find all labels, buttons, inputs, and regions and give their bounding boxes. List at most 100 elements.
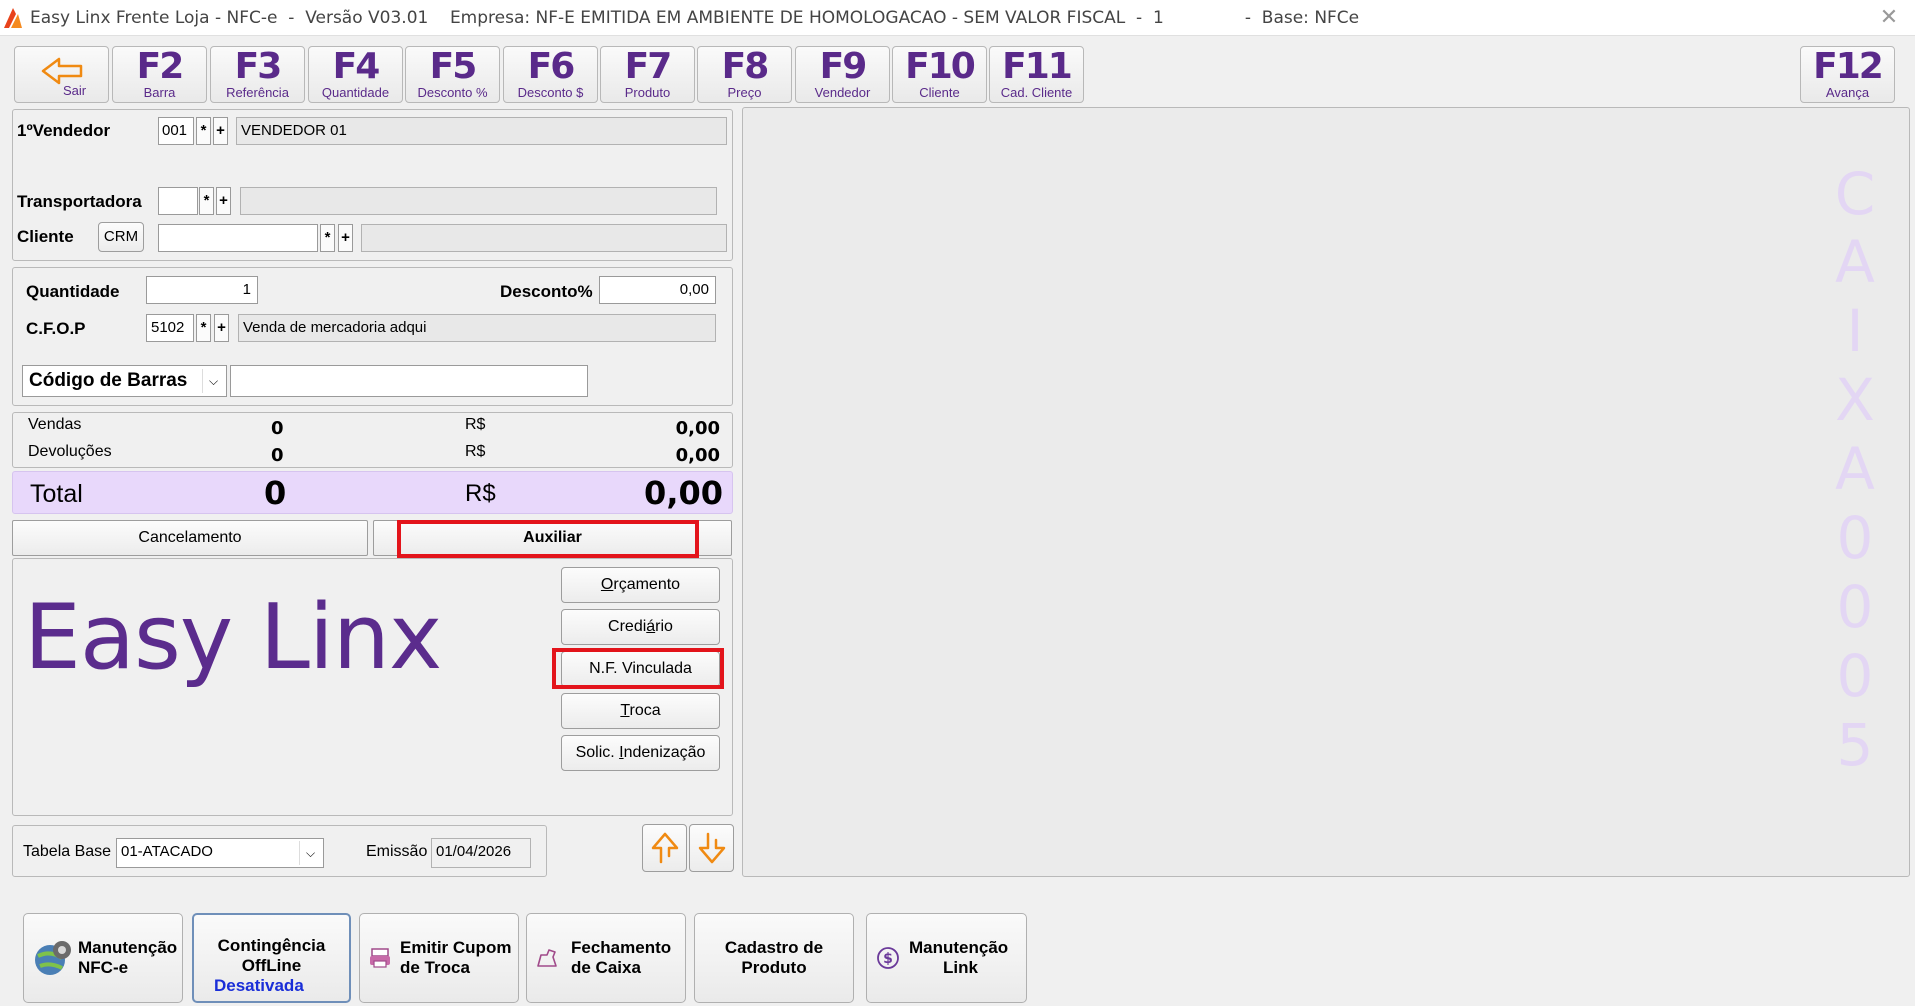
emitir-cupom-line2: de Troca <box>400 958 470 977</box>
f8-preco-button[interactable]: F8 Preço <box>697 46 792 103</box>
tabela-base-value: 01-ATACADO <box>121 843 213 860</box>
crm-button[interactable]: CRM <box>98 222 144 252</box>
emitir-cupom-troca-button[interactable]: Emitir Cupom de Troca <box>359 913 519 1003</box>
f2-barra-button[interactable]: F2 Barra <box>112 46 207 103</box>
solic-indenizacao-button[interactable]: Solic. Indenização <box>561 735 720 771</box>
crediario-label-pre: Credi <box>608 618 647 635</box>
f12-avanca-button[interactable]: F12 Avança <box>1800 46 1895 103</box>
tabela-base-select[interactable]: 01-ATACADO ⌵ <box>116 838 324 868</box>
manutencao-link-button[interactable]: $ Manutenção Link <box>866 913 1027 1003</box>
f10-label: Cliente <box>919 85 960 100</box>
f2-label: Barra <box>143 85 176 100</box>
gear-globe-icon <box>35 941 71 975</box>
f8-label: Preço <box>727 85 762 100</box>
f12-key: F12 <box>1813 46 1884 87</box>
f10-key: F10 <box>905 46 976 87</box>
f4-key: F4 <box>332 46 381 87</box>
f11-label: Cad. Cliente <box>1000 85 1073 100</box>
carrier-name-field <box>240 187 717 215</box>
quantity-label: Quantidade <box>26 282 120 301</box>
client-search-button[interactable]: * <box>320 224 335 252</box>
contingencia-offline-button[interactable]: Contingência OffLine Desativada <box>192 913 351 1003</box>
nf-vinculada-button[interactable]: N.F. Vinculada <box>561 651 720 687</box>
orcamento-label: rçamento <box>613 576 681 593</box>
indenizacao-label-pre: Solic. <box>575 744 620 761</box>
totals-panel <box>12 412 733 468</box>
printer-icon <box>370 948 390 968</box>
chevron-down-icon: ⌵ <box>202 369 224 393</box>
manutencao-link-line1: Manutenção <box>909 938 1009 957</box>
cadastro-produto-button[interactable]: Cadastro de Produto <box>694 913 854 1003</box>
vendor-search-button[interactable]: * <box>196 117 211 145</box>
manutencao-nfce-line1: Manutenção <box>78 938 178 957</box>
total-currency: R$ <box>465 480 496 507</box>
easy-linx-app-icon <box>4 8 22 28</box>
f5-label: Desconto % <box>417 85 488 100</box>
manutencao-nfce-button[interactable]: Manutenção NFC-e <box>23 913 183 1003</box>
cfop-search-button[interactable]: * <box>196 314 211 342</box>
orcamento-button[interactable]: Orçamento <box>561 567 720 603</box>
troca-button[interactable]: Troca <box>561 693 720 729</box>
scroll-down-button[interactable] <box>689 824 734 872</box>
f7-key: F7 <box>624 46 673 87</box>
carrier-code-input[interactable] <box>158 187 198 215</box>
f5-desconto-percent-button[interactable]: F5 Desconto % <box>405 46 500 103</box>
f11-key: F11 <box>1002 46 1073 87</box>
troca-label: roca <box>629 702 661 719</box>
sair-button[interactable]: Sair <box>14 46 109 103</box>
tab-cancelamento[interactable]: Cancelamento <box>12 520 368 556</box>
carrier-add-button[interactable]: + <box>216 187 231 215</box>
cfop-label: C.F.O.P <box>26 319 86 338</box>
tab-auxiliar[interactable]: Auxiliar <box>373 520 732 556</box>
vendor-label: 1ºVendedor <box>17 121 111 140</box>
fechamento-line1: Fechamento <box>571 938 672 957</box>
quantity-input[interactable]: 1 <box>146 276 258 304</box>
sales-currency: R$ <box>465 416 486 433</box>
carrier-search-button[interactable]: * <box>199 187 214 215</box>
link-dollar-icon: $ <box>877 947 899 969</box>
f9-label: Vendedor <box>814 85 871 100</box>
caixa-letter-7: 0 <box>1836 573 1874 641</box>
client-label: Cliente <box>17 227 74 246</box>
total-label: Total <box>30 480 83 508</box>
f5-key: F5 <box>429 46 478 87</box>
vendor-add-button[interactable]: + <box>213 117 228 145</box>
vendor-code-input[interactable]: 001 <box>158 117 194 145</box>
total-count: 0 <box>264 474 287 512</box>
tabela-base-label: Tabela Base <box>23 843 112 860</box>
f3-label: Referência <box>226 85 289 100</box>
f4-quantidade-button[interactable]: F4 Quantidade <box>308 46 403 103</box>
f9-key: F9 <box>819 46 868 87</box>
f3-key: F3 <box>234 46 283 87</box>
f6-desconto-valor-button[interactable]: F6 Desconto $ <box>503 46 598 103</box>
discount-label: Desconto% <box>500 282 593 301</box>
f11-cad-cliente-button[interactable]: F11 Cad. Cliente <box>989 46 1084 103</box>
returns-label: Devoluções <box>28 443 112 460</box>
f7-produto-button[interactable]: F7 Produto <box>600 46 695 103</box>
chevron-down-icon: ⌵ <box>299 841 321 865</box>
barcode-mode-select[interactable]: Código de Barras ⌵ <box>22 365 227 397</box>
caixa-letter-6: 0 <box>1836 504 1874 572</box>
client-code-input[interactable] <box>158 224 318 252</box>
cfop-add-button[interactable]: + <box>214 314 229 342</box>
crediario-mnemonic: á <box>646 618 656 635</box>
scroll-up-button[interactable] <box>642 824 687 872</box>
fechamento-caixa-button[interactable]: Fechamento de Caixa <box>526 913 686 1003</box>
f10-cliente-button[interactable]: F10 Cliente <box>892 46 987 103</box>
crediario-button[interactable]: Crediário <box>561 609 720 645</box>
caixa-letter-5: A <box>1835 435 1875 503</box>
close-icon[interactable]: ✕ <box>1877 4 1901 30</box>
f3-referencia-button[interactable]: F3 Referência <box>210 46 305 103</box>
returns-value: 0,00 <box>675 445 720 466</box>
discount-input[interactable]: 0,00 <box>599 276 716 304</box>
cfop-code-input[interactable]: 5102 <box>146 314 194 342</box>
sales-value: 0,00 <box>675 418 720 439</box>
f9-vendedor-button[interactable]: F9 Vendedor <box>795 46 890 103</box>
barcode-input[interactable] <box>230 365 588 397</box>
total-value: 0,00 <box>644 474 723 512</box>
client-add-button[interactable]: + <box>338 224 353 252</box>
sales-count: 0 <box>271 418 284 439</box>
client-name-field <box>361 224 727 252</box>
indenizacao-label-post: ndenização <box>623 744 706 761</box>
f7-label: Produto <box>624 85 671 100</box>
